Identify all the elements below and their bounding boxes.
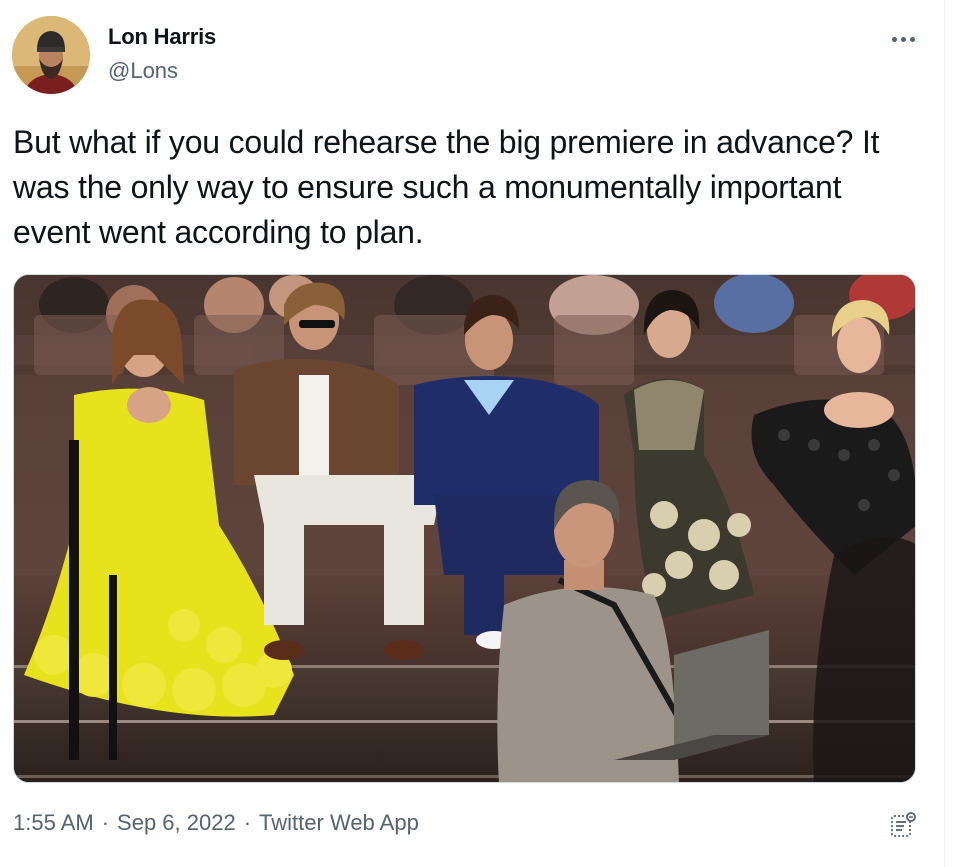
tweet-text: But what if you could rehearse the big p… — [13, 124, 880, 250]
analytics-icon[interactable] — [888, 810, 918, 840]
tweet-time[interactable]: 1:55 AM — [13, 810, 94, 836]
meta-separator: · — [101, 810, 110, 835]
avatar-photo — [12, 16, 90, 94]
timeline-border — [944, 0, 945, 867]
meta-separator: · — [243, 810, 252, 835]
tweet: Lon Harris @Lons But what if you could r… — [0, 0, 944, 867]
tweet-meta: 1:55 AM · Sep 6, 2022 · Twitter Web App — [13, 810, 419, 836]
tweet-date[interactable]: Sep 6, 2022 — [117, 810, 236, 836]
tweet-media[interactable] — [13, 274, 916, 783]
more-dots-icon — [891, 36, 915, 42]
tweet-source[interactable]: Twitter Web App — [259, 810, 419, 836]
user-handle[interactable]: @Lons — [108, 58, 178, 84]
avatar[interactable] — [12, 16, 90, 94]
premiere-photo — [14, 275, 915, 782]
more-options-button[interactable] — [884, 26, 922, 52]
display-name[interactable]: Lon Harris — [108, 24, 216, 50]
